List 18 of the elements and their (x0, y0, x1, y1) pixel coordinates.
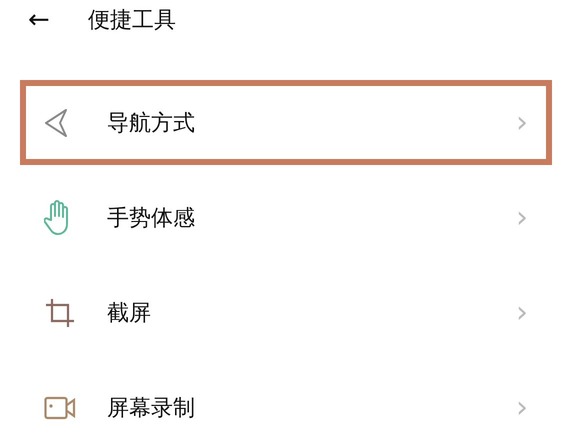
page-title: 便捷工具 (88, 7, 176, 35)
settings-item[interactable]: 屏幕录制 › (20, 365, 552, 436)
item-label: 手势体感 (107, 204, 196, 232)
item-label: 屏幕录制 (107, 394, 196, 422)
settings-item[interactable]: 导航方式 › (20, 80, 552, 165)
video-camera-icon (44, 396, 76, 420)
chevron-icon: › (516, 392, 528, 422)
settings-item[interactable]: 手势体感 › (20, 175, 552, 260)
chevron-icon: › (516, 298, 528, 328)
back-button[interactable]: ← (28, 7, 88, 33)
hand-icon (44, 200, 70, 236)
crop-icon (44, 296, 74, 328)
back-triangle-icon (44, 108, 70, 138)
settings-item[interactable]: 截屏 › (20, 270, 552, 355)
item-label: 截屏 (107, 300, 152, 328)
chevron-icon: › (516, 202, 528, 232)
item-label: 导航方式 (107, 110, 196, 138)
chevron-icon: › (516, 108, 528, 138)
